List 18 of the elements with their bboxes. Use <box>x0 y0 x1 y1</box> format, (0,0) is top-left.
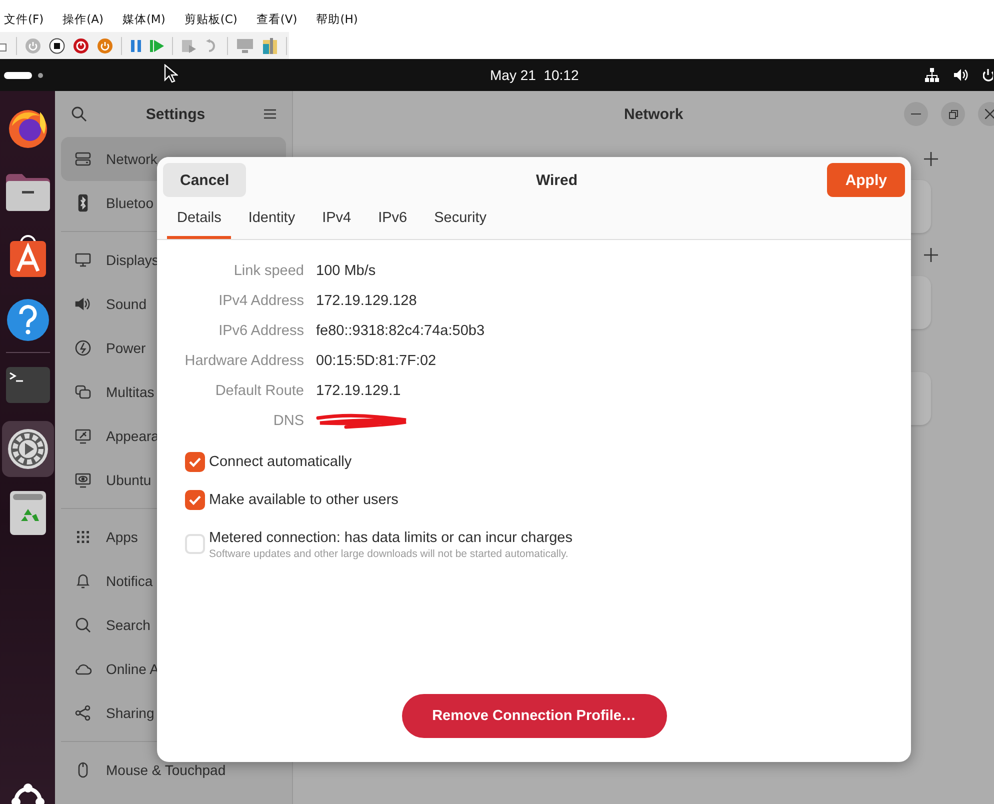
option-label: Connect automatically <box>209 453 352 472</box>
detail-label: IPv6 Address <box>218 323 304 339</box>
page-title: Network <box>624 106 684 122</box>
detail-label: Link speed <box>232 263 304 279</box>
sidebar-title: Settings <box>146 106 206 122</box>
option-hint: Software updates and other large downloads will not be started automatically. <box>209 548 570 561</box>
detail-value: 172.19.129.1 <box>316 383 402 399</box>
detail-value: 172.19.129.128 <box>316 293 418 309</box>
option-label: Metered connection: has data limits or can incur charges <box>209 529 572 548</box>
detail-label: Default Route <box>214 383 304 399</box>
detail-label: DNS <box>272 413 304 429</box>
detail-value: 00:15:5D:81:7F:02 <box>316 353 438 369</box>
detail-value: fe80::9318:82c4:74a:50b3 <box>316 323 486 339</box>
dialog-title: Wired <box>536 172 578 188</box>
option-label: Make available to other users <box>209 491 398 510</box>
detail-label: Hardware Address <box>184 353 304 369</box>
detail-value: 100 Mb/s <box>316 263 377 279</box>
detail-label: IPv4 Address <box>218 293 304 309</box>
